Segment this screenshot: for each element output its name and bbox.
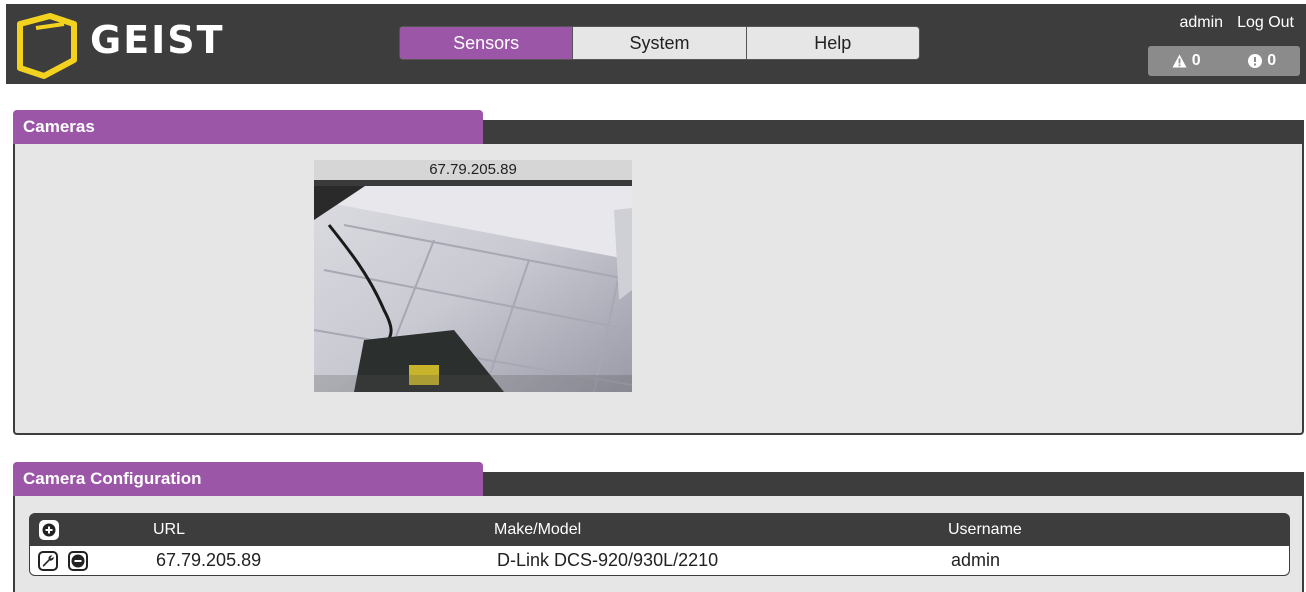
camera-config-table: URL Make/Model Username 67.79.205.89 D-L… xyxy=(29,513,1290,576)
logo-text: GEIST xyxy=(90,18,225,62)
cell-url: 67.79.205.89 xyxy=(156,550,262,570)
warning-triangle-icon xyxy=(1172,54,1187,68)
column-header-url[interactable]: URL xyxy=(153,513,185,546)
row-actions xyxy=(38,546,88,575)
user-link[interactable]: admin xyxy=(1179,14,1223,32)
alarm-status-box: 0 0 xyxy=(1148,46,1300,76)
camera-caption: 67.79.205.89 xyxy=(314,160,632,180)
logo-cube-icon xyxy=(17,13,77,79)
top-header: GEIST Sensors System Help admin Log Out … xyxy=(6,4,1306,84)
plus-circle-icon xyxy=(39,519,59,540)
tab-sensors[interactable]: Sensors xyxy=(400,27,574,59)
warning-count: 0 xyxy=(1191,52,1201,69)
cameras-panel-title: Cameras xyxy=(13,110,483,144)
cell-username: admin xyxy=(951,550,1001,570)
table-header: URL Make/Model Username xyxy=(29,513,1290,546)
config-panel-body: URL Make/Model Username 67.79.205.89 D-L… xyxy=(13,496,1304,592)
tab-system[interactable]: System xyxy=(573,27,747,59)
main-nav: Sensors System Help xyxy=(399,26,920,60)
camera-feed[interactable]: 67.79.205.89 xyxy=(314,160,632,392)
delete-camera-button[interactable] xyxy=(68,550,88,571)
add-camera-button[interactable] xyxy=(39,513,59,546)
alarms-indicator[interactable]: 0 xyxy=(1248,52,1276,70)
edit-camera-button[interactable] xyxy=(38,550,58,571)
user-links: admin Log Out xyxy=(1179,14,1294,32)
tab-help[interactable]: Help xyxy=(747,27,919,59)
minus-circle-icon xyxy=(71,554,85,567)
warnings-indicator[interactable]: 0 xyxy=(1172,52,1201,70)
column-header-make-model[interactable]: Make/Model xyxy=(494,513,581,546)
table-row[interactable]: 67.79.205.89 D-Link DCS-920/930L/2210 ad… xyxy=(29,546,1290,576)
geist-logo[interactable]: GEIST xyxy=(12,10,252,80)
wrench-icon xyxy=(42,554,54,567)
logout-link[interactable]: Log Out xyxy=(1237,14,1294,32)
alarm-count: 0 xyxy=(1267,52,1277,69)
cameras-panel-body: 67.79.205.89 xyxy=(13,144,1304,435)
cell-make-model: D-Link DCS-920/930L/2210 xyxy=(497,550,719,570)
config-panel-title: Camera Configuration xyxy=(13,462,483,496)
alert-circle-icon xyxy=(1248,54,1263,68)
column-header-username[interactable]: Username xyxy=(948,513,1022,546)
camera-snapshot-image xyxy=(314,180,632,392)
